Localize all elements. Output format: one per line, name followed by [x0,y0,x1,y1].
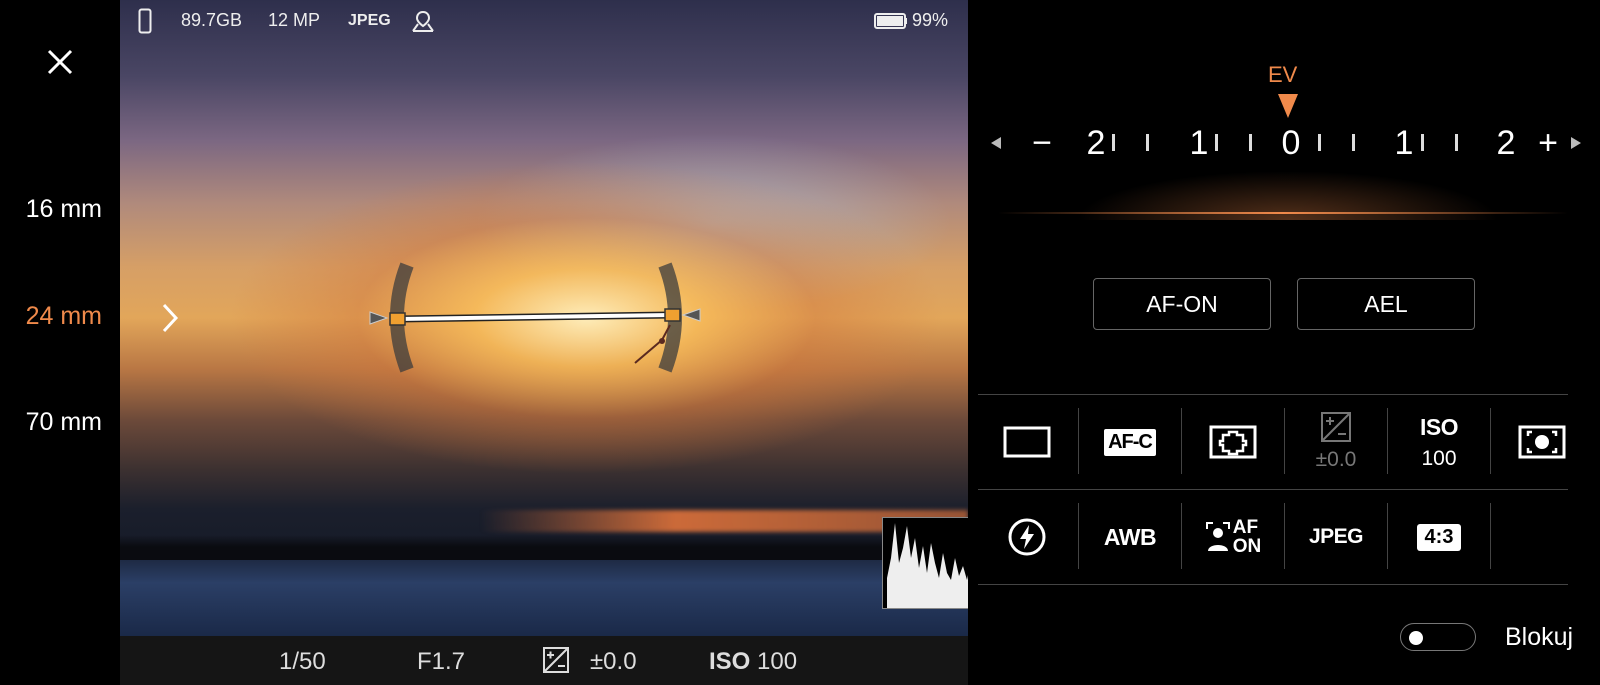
lens-rail: 16 mm 24 mm 70 mm [0,0,120,685]
ev-tick [1146,134,1149,151]
scroll-left-icon [991,137,1001,149]
megapixels: 12 MP [268,10,321,30]
ev-compensation-button[interactable]: ±0.0 [1285,402,1387,482]
lock-toggle[interactable] [1400,623,1476,651]
ev-scale-plus-1: 1 [1394,124,1414,162]
battery-level: 99% [912,10,949,30]
ev-tick [1352,134,1355,151]
grid-divider [978,584,1568,585]
format-badge: JPEG [348,12,391,29]
aspect-ratio-badge: 4:3 [1416,523,1462,551]
ev-scale-minus: − [1032,124,1052,162]
ev-tick [1215,134,1218,151]
grid-divider [978,489,1568,490]
iso-button[interactable]: ISO 100 [1388,402,1490,482]
face-af-text: AF ON [1233,518,1262,556]
flash-icon [1008,518,1046,556]
location-icon [412,10,434,32]
face-eye-af-button[interactable]: AF ON [1182,497,1284,577]
focus-mode-button[interactable]: AF-C [1079,402,1181,482]
ev-compensation-icon [543,647,569,673]
face-af-line2: ON [1232,536,1262,557]
focus-area-button[interactable] [1182,402,1284,482]
focus-mode-badge: AF-C [1104,428,1156,456]
ev-scale-minus-2: 2 [1086,124,1106,162]
lens-option-70mm[interactable]: 70 mm [26,408,102,437]
iso-label: ISO [709,648,751,675]
status-bar: 89.7GB 12 MP JPEG 99% [120,0,968,42]
chevron-right-icon [162,303,179,333]
metering-mode-button[interactable] [1491,402,1593,482]
exposure-readout-bar: 1/50 F1.7 ±0.0 ISO 100 [120,636,968,685]
lock-label: Blokuj [1505,623,1574,651]
aspect-ratio-button[interactable]: 4:3 [1388,497,1490,577]
flash-mode-button[interactable] [976,497,1078,577]
ael-button[interactable]: AEL [1297,278,1475,330]
file-format-value: JPEG [1308,525,1364,548]
control-panel: EV − 2 1 0 1 2 + AF-ON AEL AF-C ±0.0 ISO… [968,0,1600,685]
digital-level-indicator [369,262,701,373]
iso-label: ISO [1419,413,1459,440]
grid-divider [978,394,1568,395]
face-eye-af-group: AF ON [1205,518,1262,556]
grid-separator [1490,503,1491,569]
scroll-right-icon [1571,137,1581,149]
ev-scale-zero: 0 [1281,124,1301,162]
face-af-line1: AF [1232,517,1259,538]
expand-lens-button[interactable] [156,300,184,336]
ev-scale-plus: + [1538,124,1558,162]
close-icon [47,49,73,75]
close-button[interactable] [40,42,80,82]
ev-tick [1421,134,1424,151]
lock-toggle-knob [1409,631,1423,645]
phone-storage-icon [138,8,152,34]
iso-value: 100 [757,648,798,675]
lens-option-16mm[interactable]: 16 mm [26,195,102,224]
metering-icon [1518,425,1566,459]
iso-value: 100 [1421,446,1457,470]
ev-tick [1249,134,1252,151]
ev-dial-label: EV [1268,62,1298,87]
ev-compensation-icon [1321,412,1351,442]
aperture: F1.7 [417,648,466,675]
ev-dial-baseline [998,212,1568,214]
white-balance-button[interactable]: AWB [1079,497,1181,577]
ev-value: ±0.0 [590,648,637,675]
af-on-button[interactable]: AF-ON [1093,278,1271,330]
lens-option-24mm[interactable]: 24 mm [26,302,102,331]
focus-area-icon [1209,425,1257,459]
ev-compensation-value: ±0.0 [1315,448,1357,471]
ev-tick [1318,134,1321,151]
battery-icon [874,13,907,29]
storage-remaining: 89.7GB [181,10,243,30]
face-detection-icon [1205,522,1230,551]
shutter-speed: 1/50 [279,648,326,675]
histogram [882,517,968,609]
file-format-button[interactable]: JPEG [1285,497,1387,577]
ev-scale-minus-1: 1 [1189,124,1209,162]
scene-sea [120,560,968,636]
ev-scale-plus-2: 2 [1496,124,1516,162]
ev-tick [1112,134,1115,151]
white-balance-value: AWB [1103,523,1157,550]
ev-tick [1455,134,1458,151]
drive-mode-button[interactable] [976,402,1078,482]
drive-mode-icon [1003,426,1051,458]
viewfinder[interactable]: 89.7GB 12 MP JPEG 99% [120,0,968,636]
